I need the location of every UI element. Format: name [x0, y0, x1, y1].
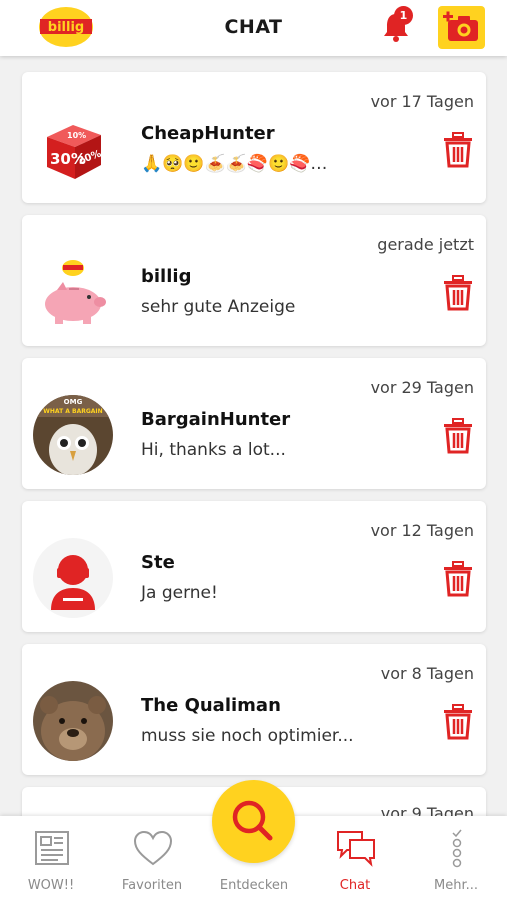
chat-name: The Qualiman — [141, 695, 281, 716]
discount-cube-icon: 30% 20% 10% — [33, 109, 113, 189]
svg-text:WHAT A BARGAIN: WHAT A BARGAIN — [43, 408, 102, 415]
chat-item[interactable]: vor 17 Tagen 30% 20% 10% CheapHunter 🙏🥺🙂… — [22, 72, 486, 203]
svg-text:OMG: OMG — [64, 398, 83, 406]
chat-name: BargainHunter — [141, 409, 291, 430]
chat-message: 🙏🥺🙂🍝🍝🍣🙂🍣… — [141, 154, 328, 174]
chat-time: vor 29 Tagen — [370, 378, 474, 397]
camera-plus-icon — [443, 11, 478, 41]
owl-photo-icon: OMG WHAT A BARGAIN — [33, 395, 113, 475]
chat-item[interactable]: vor 29 Tagen OMG WHAT A BARGAIN BargainH… — [22, 358, 486, 489]
tab-label: WOW!! — [27, 878, 75, 893]
chat-name: Ste — [141, 552, 175, 573]
heart-icon — [133, 830, 173, 866]
more-icon — [452, 829, 462, 868]
chat-name: billig — [141, 266, 192, 287]
svg-text:10%: 10% — [67, 131, 86, 140]
page-title: CHAT — [224, 16, 283, 38]
chat-time: vor 12 Tagen — [370, 521, 474, 540]
chat-list: vor 17 Tagen 30% 20% 10% CheapHunter 🙏🥺🙂… — [22, 72, 486, 839]
chat-item[interactable]: gerade jetzt billig sehr gute Anzeige — [22, 215, 486, 346]
trash-icon[interactable] — [442, 418, 474, 454]
chat-time: vor 8 Tagen — [380, 664, 474, 683]
search-button[interactable] — [212, 780, 295, 863]
chat-message: Ja gerne! — [141, 583, 218, 603]
chat-item[interactable]: vor 8 Tagen The Qualiman muss sie noch o… — [22, 644, 486, 775]
tab-label: Mehr... — [433, 878, 478, 893]
trash-icon[interactable] — [442, 132, 474, 168]
avatar — [33, 252, 113, 332]
chat-time: vor 17 Tagen — [370, 92, 474, 111]
tab-wow[interactable]: WOW!! — [6, 816, 96, 900]
tab-label: Chat — [339, 878, 371, 893]
chat-name: CheapHunter — [141, 123, 275, 144]
chat-icon — [337, 831, 375, 867]
user-placeholder-icon — [33, 538, 113, 618]
trash-icon[interactable] — [442, 275, 474, 311]
add-photo-button[interactable] — [438, 6, 485, 49]
avatar: OMG WHAT A BARGAIN — [33, 395, 113, 475]
avatar — [33, 538, 113, 618]
bear-photo-icon — [33, 681, 113, 761]
tab-label: Entdecken — [219, 878, 289, 893]
chat-message: muss sie noch optimier... — [141, 726, 354, 746]
avatar — [33, 681, 113, 761]
tab-favoriten[interactable]: Favoriten — [107, 816, 197, 900]
chat-message: sehr gute Anzeige — [141, 297, 296, 317]
search-icon — [232, 800, 273, 841]
piggy-bank-icon — [33, 252, 113, 332]
tab-label: Favoriten — [121, 878, 183, 893]
notification-badge: 1 — [394, 6, 413, 25]
trash-icon[interactable] — [442, 704, 474, 740]
top-bar: billig CHAT 1 — [0, 0, 507, 56]
chat-time: gerade jetzt — [377, 235, 474, 254]
chat-message: Hi, thanks a lot... — [141, 440, 286, 460]
chat-item[interactable]: vor 12 Tagen Ste Ja gerne! — [22, 501, 486, 632]
tab-mehr[interactable]: Mehr... — [411, 816, 501, 900]
trash-icon[interactable] — [442, 561, 474, 597]
tab-chat[interactable]: Chat — [310, 816, 400, 900]
avatar: 30% 20% 10% — [33, 109, 113, 189]
newspaper-icon — [35, 831, 69, 865]
